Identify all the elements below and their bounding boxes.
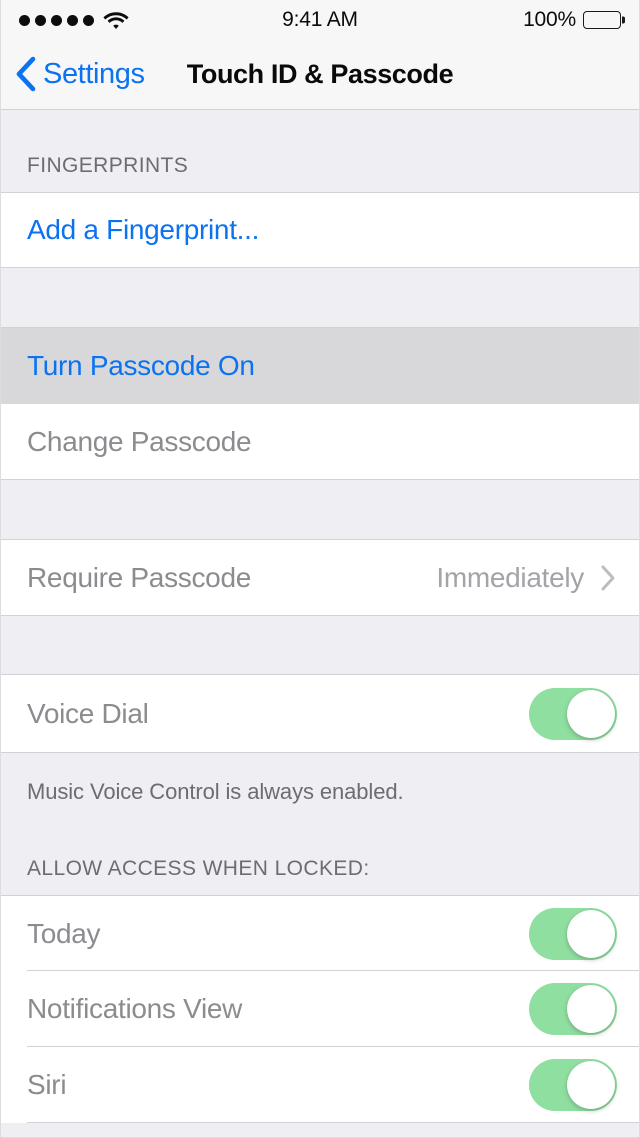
section-gap	[1, 268, 639, 328]
row-label: Today	[27, 917, 101, 949]
back-button-label: Settings	[43, 58, 145, 90]
signal-dot	[51, 14, 62, 26]
toggle-knob	[567, 1061, 615, 1109]
row-value: Immediately	[436, 561, 584, 593]
section-header-allow-access: ALLOW ACCESS WHEN LOCKED:	[27, 857, 370, 880]
toggle-knob	[567, 985, 615, 1033]
section-header-fingerprints: FINGERPRINTS	[1, 110, 639, 192]
row-turn-passcode-on[interactable]: Turn Passcode On	[1, 328, 639, 404]
row-change-passcode[interactable]: Change Passcode	[1, 404, 639, 480]
row-voice-dial[interactable]: Voice Dial	[1, 675, 639, 752]
navigation-bar: Settings Touch ID & Passcode	[1, 40, 639, 110]
battery-full-icon	[583, 11, 621, 29]
row-label: Require Passcode	[27, 561, 251, 593]
row-label: Notifications View	[27, 993, 243, 1024]
row-label: Change Passcode	[27, 425, 252, 457]
toggle-knob	[567, 909, 615, 958]
signal-strength-dots-icon	[19, 14, 94, 26]
row-label: Siri	[27, 1069, 67, 1100]
battery-percent-label: 100%	[523, 8, 576, 31]
today-toggle[interactable]	[529, 907, 617, 960]
voice-dial-toggle[interactable]	[529, 687, 617, 740]
chevron-left-icon	[16, 56, 36, 92]
voice-dial-footer-block: Music Voice Control is always enabled. A…	[1, 752, 639, 895]
row-require-passcode[interactable]: Require Passcode Immediately	[1, 540, 639, 616]
row-label: Add a Fingerprint...	[27, 214, 260, 245]
status-bar-left	[19, 11, 129, 30]
signal-dot	[67, 14, 78, 26]
row-today[interactable]: Today	[1, 895, 639, 971]
siri-toggle[interactable]	[529, 1059, 617, 1111]
footer-note: Music Voice Control is always enabled.	[27, 779, 404, 804]
section-gap	[1, 480, 639, 540]
section-gap	[1, 616, 639, 675]
row-label: Turn Passcode On	[27, 350, 255, 381]
signal-dot	[83, 14, 94, 26]
toggle-knob	[567, 689, 615, 738]
signal-dot	[19, 14, 30, 26]
signal-dot	[35, 14, 46, 26]
notifications-view-toggle[interactable]	[529, 983, 617, 1035]
row-notifications-view[interactable]: Notifications View	[1, 971, 639, 1047]
status-bar-right: 100%	[523, 8, 621, 32]
back-button[interactable]: Settings	[1, 56, 145, 93]
chevron-right-icon	[601, 565, 615, 590]
iphone-screen: 9:41 AM 100% Settings Touch ID & Passcod…	[0, 0, 640, 1138]
wifi-icon	[103, 11, 129, 29]
status-bar: 9:41 AM 100%	[1, 0, 639, 40]
row-label: Voice Dial	[27, 697, 149, 729]
row-siri[interactable]: Siri	[1, 1047, 639, 1123]
row-add-a-fingerprint[interactable]: Add a Fingerprint...	[1, 192, 639, 268]
